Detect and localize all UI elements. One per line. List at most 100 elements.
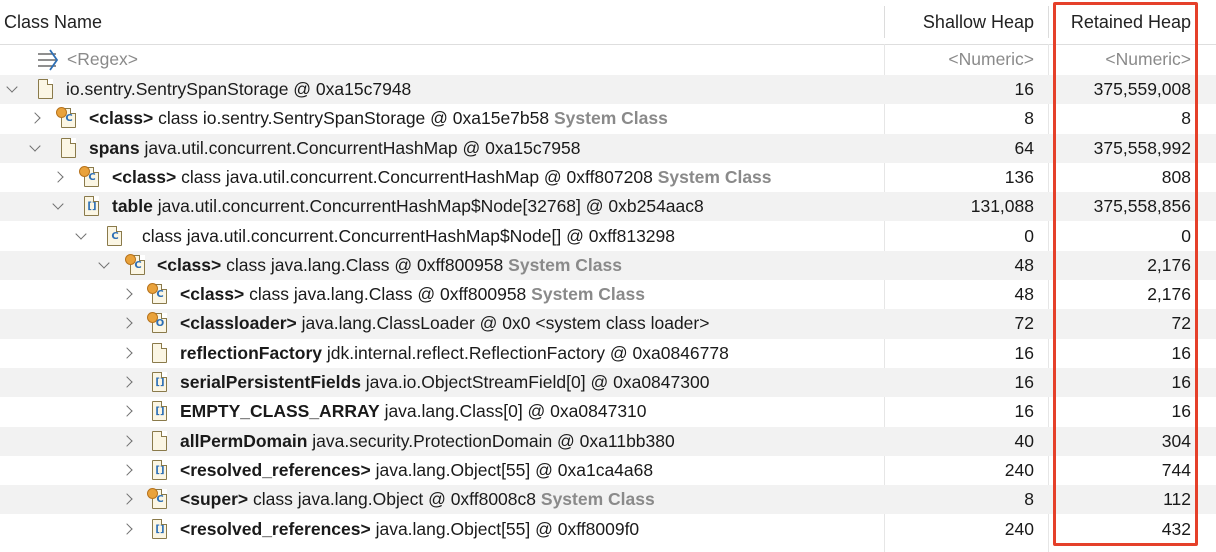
shallow-heap-value: 40 [1014,430,1034,451]
tree-row[interactable]: spans java.util.concurrent.ConcurrentHas… [0,133,1216,163]
class-icon: C [107,225,122,246]
regex-filter-icon [38,49,59,71]
tree-row[interactable]: io.sentry.SentrySpanStorage @ 0xa15c7948… [0,75,1216,105]
row-text: io.sentry.SentrySpanStorage @ 0xa15c7948 [66,79,412,99]
expand-toggle[interactable] [120,309,134,338]
expand-toggle[interactable] [120,339,134,368]
class-icon: C [79,165,99,187]
array-icon: [] [152,401,167,422]
expand-toggle[interactable] [120,485,134,514]
tree-row[interactable]: reflectionFactory jdk.internal.reflect.R… [0,339,1216,368]
row-bold-label: <class> [89,108,154,129]
object-icon [38,79,53,99]
expand-toggle[interactable] [5,75,19,104]
array-icon: [] [152,372,167,392]
row-text: class java.util.concurrent.ConcurrentHas… [142,225,676,246]
system-class-badge: System Class [531,284,645,305]
classloader-icon: O [147,312,167,334]
object-icon [61,137,76,158]
shallow-heap-value: 64 [1014,137,1034,158]
class-icon: C [56,107,76,129]
class-icon: C [125,253,145,275]
row-bold-label: serialPersistentFields [180,372,361,392]
class-icon: C [147,283,167,305]
expand-toggle[interactable] [28,104,42,133]
row-bold-label: allPermDomain [180,430,308,451]
tree-row[interactable]: C <class> class io.sentry.SentrySpanStor… [0,104,1216,133]
tree-row[interactable]: C <class> class java.util.concurrent.Con… [0,163,1216,192]
row-bold-label: <class> [112,166,177,187]
expand-toggle[interactable] [51,163,65,192]
shallow-filter-input[interactable]: <Numeric> [890,45,1034,74]
row-text: java.util.concurrent.ConcurrentHashMap @… [144,137,581,158]
tree-row[interactable]: C <class> class java.lang.Class @ 0xff80… [0,280,1216,309]
tree-row[interactable]: [] table java.util.concurrent.Concurrent… [0,192,1216,222]
array-icon: [] [152,518,167,539]
expand-toggle[interactable] [97,251,111,280]
row-text: class java.lang.Class @ 0xff800958 [226,254,504,275]
row-text: java.lang.Class[0] @ 0xa0847310 [384,401,647,422]
expand-toggle[interactable] [120,280,134,309]
column-divider[interactable] [884,6,885,38]
row-bold-label: EMPTY_CLASS_ARRAY [180,401,380,422]
filter-row: <Regex> <Numeric> <Numeric> [0,45,1216,74]
row-bold-label: <super> [180,489,249,510]
shallow-heap-value: 131,088 [970,196,1034,217]
shallow-heap-value: 16 [1014,372,1034,392]
column-header-shallow-heap[interactable]: Shallow Heap [890,0,1034,44]
shallow-heap-value: 48 [1014,254,1034,275]
tree-row[interactable]: [] serialPersistentFields java.io.Object… [0,368,1216,398]
row-text: java.util.concurrent.ConcurrentHashMap$N… [157,196,704,217]
row-text: class java.lang.Class @ 0xff800958 [249,284,527,305]
row-bold-label: <resolved_references> [180,459,371,480]
row-bold-label: reflectionFactory [180,342,322,363]
system-class-badge: System Class [554,108,668,129]
retained-heap-highlight-box [1053,2,1198,546]
expand-toggle[interactable] [120,368,134,397]
shallow-heap-value: 8 [1024,489,1034,510]
column-header-class-name[interactable]: Class Name [4,0,102,44]
object-icon [152,430,167,451]
row-text: java.security.ProtectionDomain @ 0xa11bb… [312,430,675,451]
row-text: java.lang.ClassLoader @ 0x0 <system clas… [301,313,710,334]
shallow-heap-value: 0 [1024,225,1034,246]
table-header: Class Name Shallow Heap Retained Heap [0,0,1216,45]
row-text: class java.lang.Object @ 0xff8008c8 [252,489,537,510]
expand-toggle[interactable] [120,397,134,426]
tree-row[interactable]: O <classloader> java.lang.ClassLoader @ … [0,309,1216,339]
expand-toggle[interactable] [51,192,65,221]
tree-row[interactable]: [] <resolved_references> java.lang.Objec… [0,515,1216,544]
regex-filter-input[interactable]: <Regex> [67,45,138,74]
row-text: class java.util.concurrent.ConcurrentHas… [181,166,653,187]
tree-row[interactable]: C class java.util.concurrent.ConcurrentH… [0,222,1216,251]
shallow-heap-value: 16 [1014,342,1034,363]
array-icon: [] [84,196,99,217]
expand-toggle[interactable] [28,134,42,163]
row-text: jdk.internal.reflect.ReflectionFactory @… [326,342,729,363]
object-icon [152,342,167,363]
array-icon: [] [152,459,167,480]
tree-row[interactable]: [] EMPTY_CLASS_ARRAY java.lang.Class[0] … [0,397,1216,426]
system-class-badge: System Class [508,254,622,275]
shallow-heap-value: 8 [1024,108,1034,129]
system-class-badge: System Class [657,166,772,187]
tree-row[interactable]: allPermDomain java.security.ProtectionDo… [0,426,1216,456]
row-bold-label: <classloader> [180,313,297,334]
expand-toggle[interactable] [120,427,134,456]
row-bold-label: <class> [180,284,245,305]
row-text: class io.sentry.SentrySpanStorage @ 0xa1… [158,108,550,129]
tree-row[interactable]: C <super> class java.lang.Object @ 0xff8… [0,485,1216,515]
row-bold-label: <class> [157,254,222,275]
tree-row[interactable]: C <class> class java.lang.Class @ 0xff80… [0,250,1216,281]
row-text: java.lang.Object[55] @ 0xa1ca4a68 [375,459,654,480]
shallow-heap-value: 136 [1004,166,1034,187]
tree-row[interactable]: [] <resolved_references> java.lang.Objec… [0,456,1216,485]
expand-toggle[interactable] [74,222,88,251]
expand-toggle[interactable] [120,515,134,544]
shallow-heap-value: 48 [1014,284,1034,305]
row-bold-label: table [112,196,153,217]
row-text: java.lang.Object[55] @ 0xff8009f0 [375,518,640,539]
row-text: java.io.ObjectStreamField[0] @ 0xa084730… [365,372,710,392]
expand-toggle[interactable] [120,456,134,485]
column-divider[interactable] [1048,6,1049,38]
